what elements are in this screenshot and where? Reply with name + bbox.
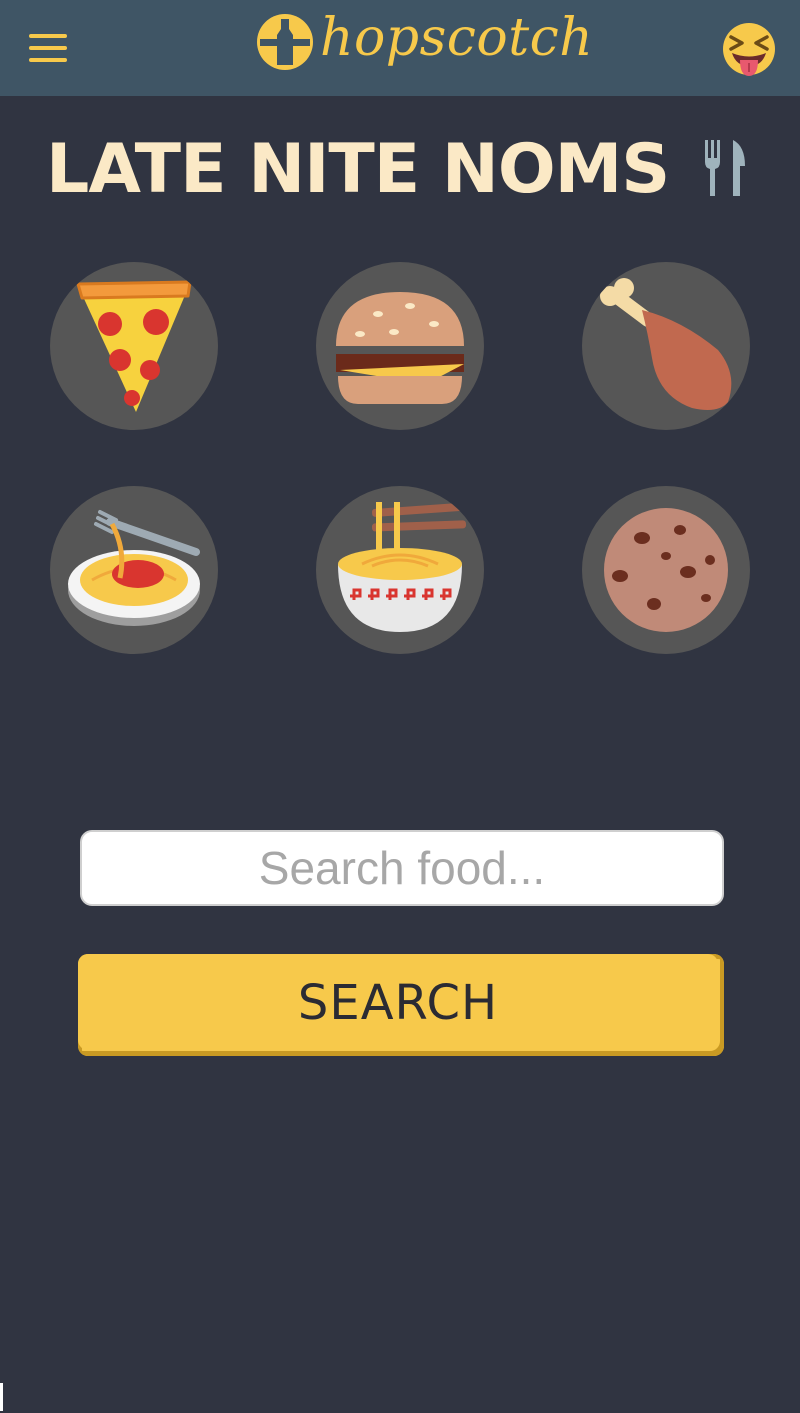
spaghetti-icon xyxy=(68,510,200,626)
fork-and-knife-icon xyxy=(705,140,745,196)
hamburger-menu-icon[interactable] xyxy=(29,34,67,62)
food-hamburger-button[interactable] xyxy=(316,262,484,430)
page-title: LATE NITE NOMS xyxy=(46,130,670,209)
chicken-leg-icon xyxy=(600,278,732,410)
brand-name: hopscotch xyxy=(320,8,594,68)
pizza-icon xyxy=(76,280,192,412)
food-cookie-button[interactable] xyxy=(582,486,750,654)
search-input[interactable] xyxy=(80,830,724,906)
search-button[interactable]: SEARCH xyxy=(78,954,724,1056)
hamburger-icon xyxy=(336,292,464,404)
bottle-logo-icon xyxy=(257,14,313,70)
food-pizza-button[interactable] xyxy=(50,262,218,430)
app-header: hopscotch xyxy=(0,0,800,96)
ramen-icon xyxy=(338,502,467,632)
squinting-tongue-emoji-icon[interactable] xyxy=(722,22,776,83)
food-spaghetti-button[interactable] xyxy=(50,486,218,654)
hopscotch-logo[interactable]: hopscotch xyxy=(256,8,593,86)
page-title-row: LATE NITE NOMS xyxy=(0,122,800,222)
food-ramen-button[interactable] xyxy=(316,486,484,654)
food-chicken-leg-button[interactable] xyxy=(582,262,750,430)
search-button-label: SEARCH xyxy=(78,954,718,1050)
text-cursor-mark xyxy=(0,1383,3,1411)
cookie-icon xyxy=(604,508,728,632)
